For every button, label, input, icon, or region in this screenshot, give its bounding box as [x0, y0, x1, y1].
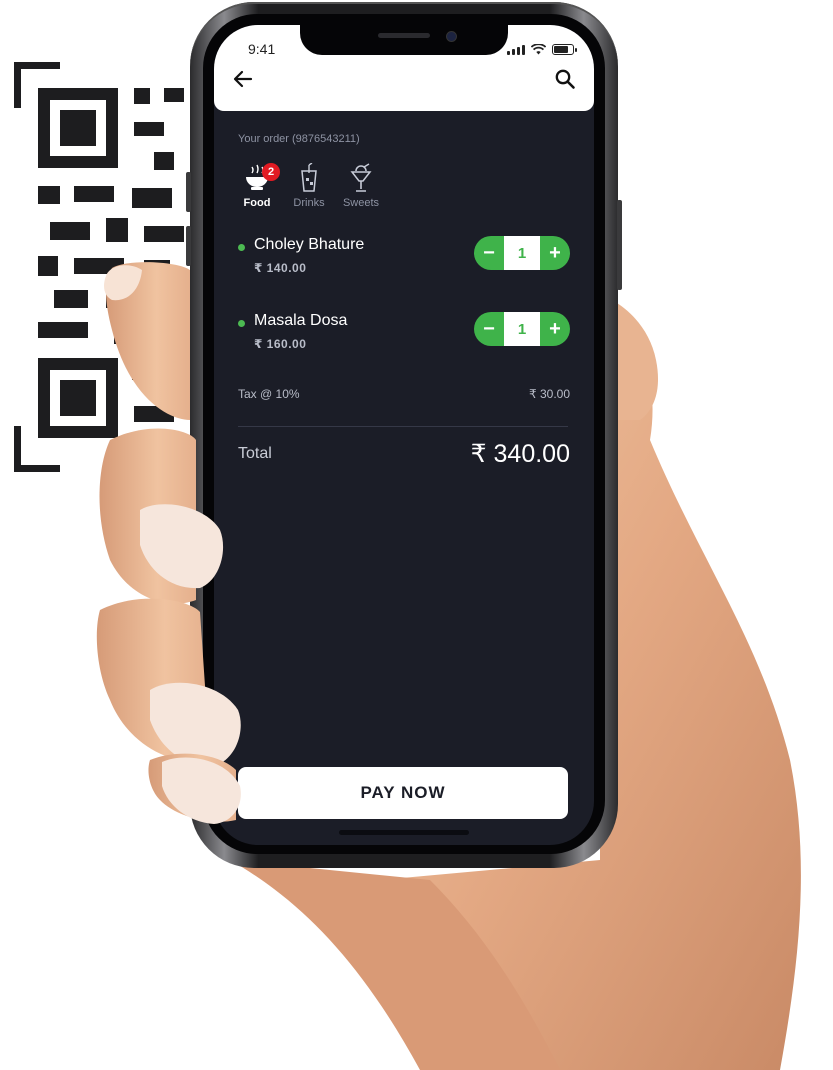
front-camera — [446, 31, 457, 42]
search-icon — [555, 69, 575, 89]
pay-now-button[interactable]: PAY NOW — [238, 767, 568, 819]
home-indicator — [339, 830, 469, 835]
increase-quantity-button[interactable]: + — [540, 236, 570, 270]
back-button[interactable] — [232, 68, 254, 90]
app-header: 9:41 — [214, 25, 594, 111]
item-price: ₹ 160.00 — [254, 337, 307, 351]
cart-item: Choley Bhature ₹ 140.00 − + — [238, 236, 570, 280]
volume-button — [186, 172, 191, 212]
cart-count-badge: 2 — [262, 163, 280, 181]
power-button — [617, 200, 622, 290]
wifi-icon — [531, 44, 546, 55]
status-icons — [507, 43, 577, 55]
battery-icon — [552, 44, 577, 55]
tax-value: ₹ 30.00 — [529, 387, 570, 401]
increase-quantity-button[interactable]: + — [540, 312, 570, 346]
cart-item: Masala Dosa ₹ 160.00 − + — [238, 312, 570, 356]
tax-label: Tax @ 10% — [238, 387, 300, 401]
quantity-stepper: − + — [474, 236, 570, 270]
quantity-field[interactable] — [504, 236, 540, 270]
signal-icon — [507, 45, 525, 55]
status-time: 9:41 — [248, 41, 276, 57]
item-name: Choley Bhature — [254, 236, 365, 253]
quantity-stepper: − + — [474, 312, 570, 346]
tab-drinks[interactable]: Drinks — [290, 163, 328, 209]
order-label: Your order (9876543211) — [238, 133, 360, 145]
item-name: Masala Dosa — [254, 312, 348, 329]
tab-label: Sweets — [342, 197, 380, 209]
decrease-quantity-button[interactable]: − — [474, 236, 504, 270]
tab-label: Drinks — [293, 197, 325, 209]
tab-label: Food — [243, 197, 271, 209]
total-label: Total — [238, 445, 272, 462]
sundae-icon — [350, 163, 372, 192]
tab-food[interactable]: 2 Food — [238, 163, 280, 209]
decrease-quantity-button[interactable]: − — [474, 312, 504, 346]
volume-button — [186, 226, 191, 266]
category-tabs: 2 Food Drinks Sweets — [238, 163, 380, 209]
notch — [300, 25, 508, 55]
tab-sweets[interactable]: Sweets — [342, 163, 380, 209]
phone-screen: 9:41 Your order (9876543211) 2 Food Drin… — [214, 25, 594, 845]
search-button[interactable] — [554, 68, 576, 90]
divider — [238, 426, 568, 427]
quantity-field[interactable] — [504, 312, 540, 346]
item-price: ₹ 140.00 — [254, 261, 307, 275]
veg-indicator-dot — [238, 244, 245, 251]
speaker-grille — [378, 33, 430, 38]
drink-glass-icon — [301, 163, 317, 192]
veg-indicator-dot — [238, 320, 245, 327]
total-value: ₹ 340.00 — [470, 440, 570, 468]
arrow-left-icon — [233, 70, 253, 88]
